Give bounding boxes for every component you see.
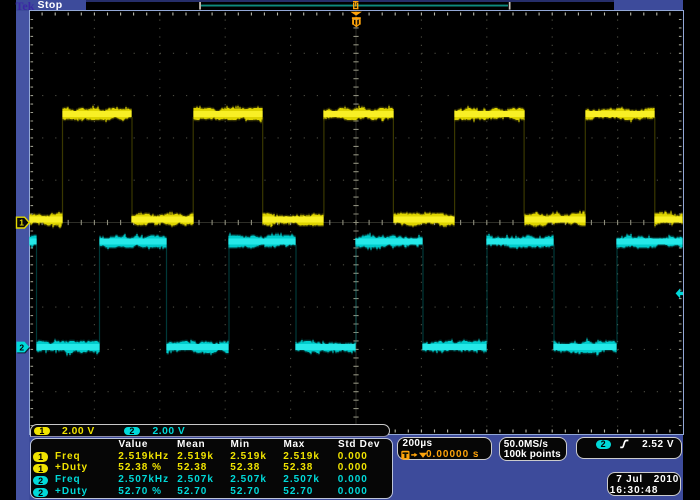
svg-text:1: 1	[19, 218, 24, 228]
svg-text:2: 2	[19, 342, 24, 352]
